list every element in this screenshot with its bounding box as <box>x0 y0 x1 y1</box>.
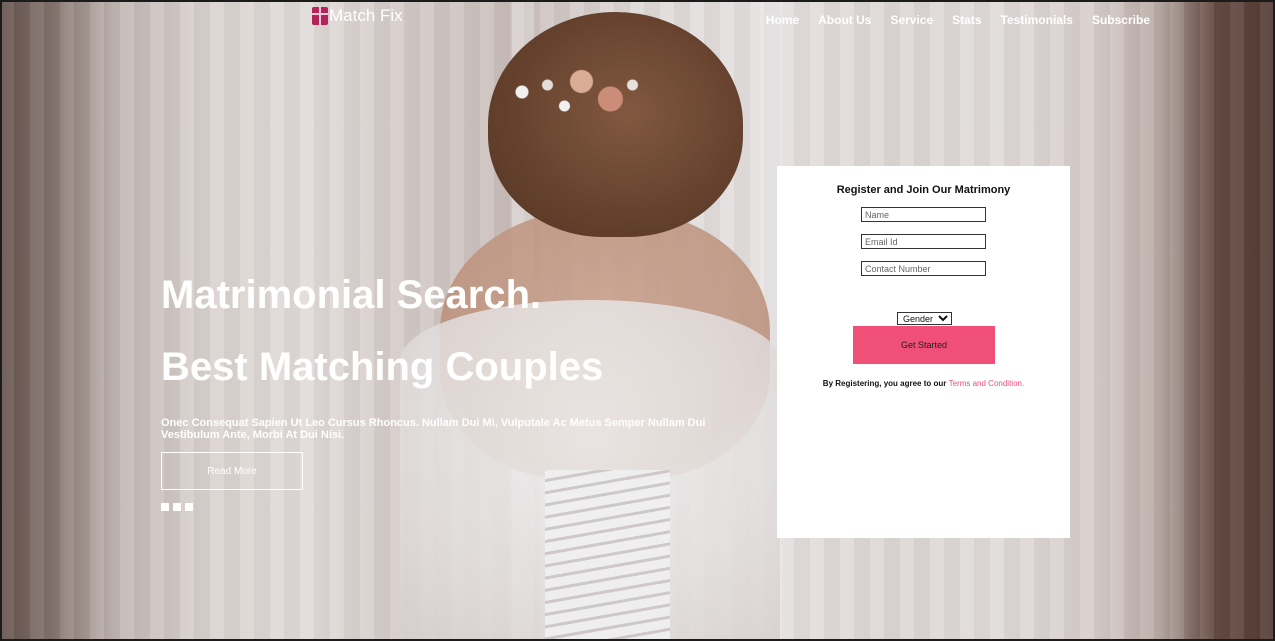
read-more-button[interactable]: Read More <box>161 452 303 490</box>
nav-home[interactable]: Home <box>766 13 799 27</box>
logo-text: Match Fix <box>329 6 403 25</box>
gift-icon <box>312 7 328 25</box>
slider-dots <box>161 503 193 511</box>
landing-page: Match Fix Home About Us Service Stats Te… <box>0 0 1275 641</box>
hero-headline-primary: Matrimonial Search. <box>161 273 542 317</box>
register-title: Register and Join Our Matrimony <box>836 184 1011 196</box>
nav-subscribe[interactable]: Subscribe <box>1092 13 1150 27</box>
slider-dot-3[interactable] <box>185 503 193 511</box>
nav-stats[interactable]: Stats <box>952 13 981 27</box>
nav-about-us[interactable]: About Us <box>818 13 871 27</box>
name-input[interactable] <box>861 207 986 222</box>
hero-headline-secondary: Best Matching Couples <box>161 345 604 389</box>
terms-link[interactable]: Terms and Condition. <box>949 379 1025 388</box>
slider-dot-2[interactable] <box>173 503 181 511</box>
nav-service[interactable]: Service <box>890 13 933 27</box>
gender-select[interactable]: Gender <box>897 312 952 325</box>
register-card: Register and Join Our Matrimony Gender G… <box>777 166 1070 538</box>
email-input[interactable] <box>861 234 986 249</box>
terms-notice: By Registering, you agree to our Terms a… <box>777 379 1070 388</box>
get-started-button[interactable]: Get Started <box>853 326 995 364</box>
hero-description: Onec Consequat Sapien Ut Leo Cursus Rhon… <box>161 417 706 441</box>
logo[interactable]: Match Fix <box>312 6 403 26</box>
contact-number-input[interactable] <box>861 261 986 276</box>
hero-overlay <box>0 0 1275 641</box>
slider-dot-1[interactable] <box>161 503 169 511</box>
terms-prefix: By Registering, you agree to our <box>822 379 949 388</box>
main-nav: Home About Us Service Stats Testimonials… <box>766 13 1150 27</box>
nav-testimonials[interactable]: Testimonials <box>1001 13 1073 27</box>
